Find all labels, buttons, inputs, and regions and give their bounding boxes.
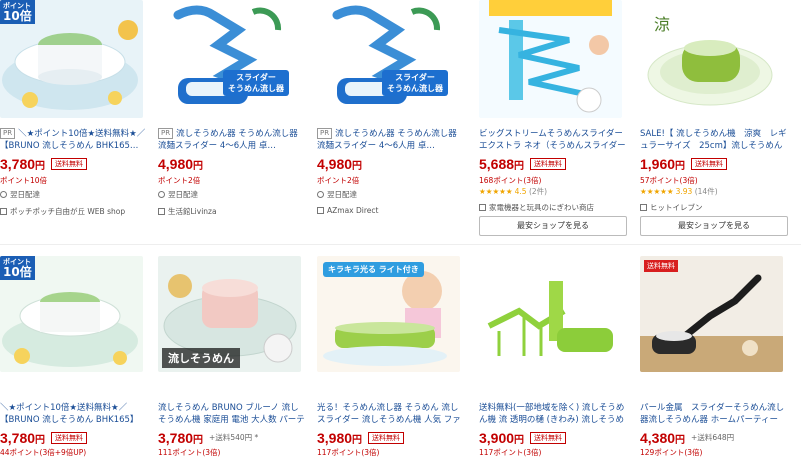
clock-icon	[317, 191, 324, 198]
clock-icon	[0, 191, 7, 198]
pr-label: PR	[158, 128, 174, 139]
product-title[interactable]: SALE!【 流しそうめん機 涼爽 レギュラーサイズ 25cm】流しそうめん器 …	[640, 128, 788, 152]
point-ribbon: ポイント 10倍	[0, 256, 35, 280]
pr-label: PR	[317, 128, 333, 139]
price-line: 1,960円 送料無料	[640, 154, 728, 172]
delivery-info: 翌日配達	[0, 189, 40, 200]
price: 4,980	[317, 156, 353, 172]
store-icon	[317, 207, 324, 214]
points-text: 168ポイント(3倍)	[479, 176, 542, 185]
price: 5,688	[479, 156, 515, 172]
price: 3,980	[317, 430, 353, 446]
shop-name[interactable]: ポッチポッチ自由が丘 WEB shop	[0, 206, 125, 217]
row-divider	[0, 244, 801, 245]
rating-stars: ★★★★★	[640, 187, 674, 196]
shop-name[interactable]: ヒットイレブン	[640, 202, 703, 213]
points-text: 129ポイント(3倍)	[640, 448, 703, 457]
price-line: 4,980円	[158, 156, 204, 172]
image-caption: キラキラ光る ライト付き	[323, 262, 424, 277]
price-line: 3,780円 送料無料	[0, 154, 88, 172]
product-title[interactable]: 流しそうめん BRUNO ブルーノ 流しそうめん機 家庭用 電池 大人数 パーテ…	[158, 402, 306, 426]
cheapest-shop-button[interactable]: 最安ショップを見る	[640, 216, 788, 236]
store-icon	[0, 208, 7, 215]
product-image[interactable]: 流しそうめん	[158, 256, 301, 372]
price: 3,780	[158, 430, 194, 446]
price: 4,380	[640, 430, 676, 446]
product-title[interactable]: 光る！そうめん流し器 そうめん 流し スライダー 流しそうめん機 人気 ファミリ…	[317, 402, 465, 426]
product-image[interactable]: スライダー そうめん流し器	[158, 0, 301, 118]
image-caption: 流しそうめん	[162, 348, 240, 368]
point-ribbon: ポイント 10倍	[0, 0, 35, 24]
points-text: 117ポイント(3倍)	[479, 448, 542, 457]
product-image[interactable]: キラキラ光る ライト付き	[317, 256, 460, 372]
free-shipping-badge: 送料無料	[530, 432, 567, 444]
price: 1,960	[640, 156, 676, 172]
points-text: 111ポイント(3倍)	[158, 448, 221, 457]
price: 4,980	[158, 156, 194, 172]
points-text: 117ポイント(3倍)	[317, 448, 380, 457]
image-caption: 送料無料	[644, 260, 678, 272]
price-line: 3,780円 送料無料	[0, 428, 88, 446]
rating[interactable]: ★★★★★ 4.5 (2件)	[479, 186, 547, 197]
delivery-info: 翌日配達	[158, 189, 198, 200]
points-text: 57ポイント(3倍)	[640, 176, 698, 185]
product-image[interactable]: ポイント 10倍	[0, 256, 143, 372]
product-title[interactable]: 送料無料(一部地域を除く) 流しそうめん機 流 透明の樋 (きわみ) 流しそうめ…	[479, 402, 627, 426]
product-image[interactable]: 涼	[640, 0, 783, 118]
rating-stars: ★★★★★	[479, 187, 513, 196]
product-title[interactable]: PR 流しそうめん器 そうめん流し器 流麺スライダー 4～6人用 卓…	[317, 128, 465, 152]
shipping-fee: +送料648円	[691, 433, 735, 442]
price: 3,780	[0, 430, 36, 446]
price-line: 4,380円 +送料648円	[640, 430, 735, 446]
points-text: 44ポイント(3倍+9倍UP)	[0, 448, 87, 457]
price-line: 3,780円 +送料540円 *	[158, 430, 259, 446]
points-text: ポイント10倍	[0, 176, 48, 185]
rating[interactable]: ★★★★★ 3.93 (14件)	[640, 186, 718, 197]
price: 3,900	[479, 430, 515, 446]
price-line: 5,688円 送料無料	[479, 154, 567, 172]
cheapest-shop-button[interactable]: 最安ショップを見る	[479, 216, 627, 236]
free-shipping-badge: 送料無料	[530, 158, 567, 170]
image-caption: スライダー そうめん流し器	[382, 70, 448, 96]
delivery-info: 翌日配達	[317, 189, 357, 200]
store-icon	[640, 204, 647, 211]
shop-name[interactable]: 家電機器と玩具のにぎわい商店	[479, 202, 594, 213]
free-shipping-badge: 送料無料	[51, 158, 88, 170]
product-title[interactable]: パール金属 スライダーそうめん流し器流しそうめん器 ホームパーティー 電動 卓上	[640, 402, 788, 426]
product-image[interactable]	[479, 256, 622, 372]
store-icon	[479, 204, 486, 211]
free-shipping-badge: 送料無料	[51, 432, 88, 444]
product-title[interactable]: PR 流しそうめん器 そうめん流し器 流麺スライダー 4～6人用 卓…	[158, 128, 306, 152]
store-icon	[158, 208, 165, 215]
price-line: 3,900円 送料無料	[479, 428, 567, 446]
product-title[interactable]: ビッグストリームそうめんスライダーエクストラ ネオ（そうめんスライダーシリーズ	[479, 128, 627, 152]
image-caption: スライダー そうめん流し器	[223, 70, 289, 96]
shipping-fee: +送料540円 *	[209, 433, 259, 442]
points-text: ポイント2倍	[158, 176, 201, 185]
product-image[interactable]: スライダー そうめん流し器	[317, 0, 460, 118]
product-title[interactable]: PR ＼★ポイント10倍★送料無料★／【BRUNO 流しそうめん BHK165…	[0, 128, 148, 152]
product-title[interactable]: ＼★ポイント10倍★送料無料★／【BRUNO 流しそうめん BHK165】【ブ	[0, 402, 148, 426]
free-shipping-badge: 送料無料	[691, 158, 728, 170]
product-image[interactable]	[479, 0, 622, 118]
product-image[interactable]: 送料無料	[640, 256, 783, 372]
product-image[interactable]: ポイント 10倍	[0, 0, 143, 118]
shop-name[interactable]: AZmax Direct	[317, 206, 378, 215]
price: 3,780	[0, 156, 36, 172]
price-line: 3,980円 送料無料	[317, 428, 405, 446]
free-shipping-badge: 送料無料	[368, 432, 405, 444]
points-text: ポイント2倍	[317, 176, 360, 185]
pr-label: PR	[0, 128, 16, 139]
clock-icon	[158, 191, 165, 198]
shop-name[interactable]: 生活館Livinza	[158, 206, 217, 217]
price-line: 4,980円	[317, 156, 363, 172]
svg-text:涼: 涼	[654, 15, 670, 34]
